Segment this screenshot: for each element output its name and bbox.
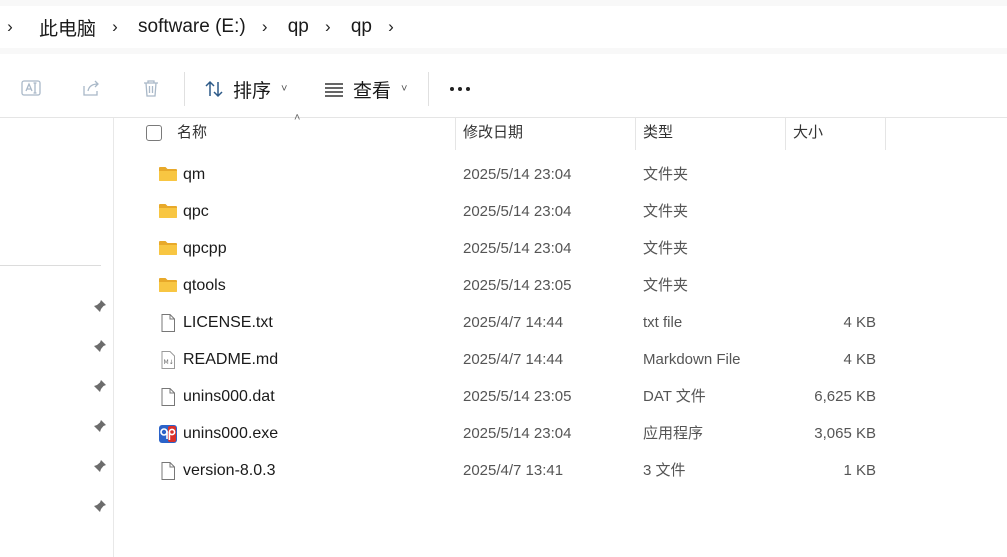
markdown-file-icon: M↓ xyxy=(158,350,178,369)
file-size: 4 KB xyxy=(843,314,876,331)
file-type: 文件夹 xyxy=(643,277,689,294)
sort-icon xyxy=(205,80,223,98)
file-size: 6,625 KB xyxy=(814,388,876,405)
pin-icon[interactable] xyxy=(93,299,107,313)
sort-button[interactable]: 排序 ˅ xyxy=(203,72,287,106)
file-name: README.md xyxy=(183,351,279,368)
file-row[interactable]: qm 2025/5/14 23:04 文件夹 xyxy=(114,156,1007,193)
command-bar: 排序 ˅ 查看 ˅ xyxy=(0,58,1007,118)
file-modified-date: 2025/5/14 23:04 xyxy=(463,203,572,220)
sort-label: 排序 xyxy=(233,80,272,102)
app-icon xyxy=(158,424,178,443)
file-modified-date: 2025/4/7 14:44 xyxy=(463,351,564,368)
folder-icon xyxy=(158,239,178,257)
file-icon xyxy=(158,313,178,332)
file-name: qpcpp xyxy=(183,240,227,257)
column-header-size[interactable]: 大小 xyxy=(785,118,885,150)
file-type: txt file xyxy=(643,314,683,331)
file-modified-date: 2025/5/14 23:05 xyxy=(463,388,572,405)
file-modified-date: 2025/5/14 23:04 xyxy=(463,240,572,257)
more-options-icon[interactable] xyxy=(446,72,474,106)
folder-icon xyxy=(158,202,178,220)
file-modified-date: 2025/4/7 13:41 xyxy=(463,462,564,479)
file-modified-date: 2025/5/14 23:05 xyxy=(463,277,572,294)
file-name: qpc xyxy=(183,203,209,220)
chevron-right-icon[interactable]: › xyxy=(3,17,17,37)
file-icon xyxy=(158,461,178,480)
view-button[interactable]: 查看 ˅ xyxy=(323,72,407,106)
folder-icon xyxy=(158,276,178,294)
rename-icon[interactable] xyxy=(19,76,43,100)
file-size: 3,065 KB xyxy=(814,425,876,442)
breadcrumb-item-qp-current[interactable]: qp xyxy=(335,16,384,38)
file-modified-date: 2025/5/14 23:04 xyxy=(463,425,572,442)
file-list: qm 2025/5/14 23:04 文件夹 qpc 2025/5/14 23:04 文件… xyxy=(114,156,1007,489)
view-list-icon xyxy=(325,83,343,97)
chevron-right-icon[interactable]: › xyxy=(384,17,398,37)
svg-text:M↓: M↓ xyxy=(164,359,174,366)
toolbar-divider xyxy=(428,72,429,106)
chevron-right-icon[interactable]: › xyxy=(258,17,272,37)
file-icon xyxy=(158,387,178,406)
file-row[interactable]: M↓ README.md 2025/4/7 14:44 Markdown File 4 … xyxy=(114,341,1007,378)
file-row[interactable]: qpc 2025/5/14 23:04 文件夹 xyxy=(114,193,1007,230)
breadcrumb-item-this-pc[interactable]: 此电脑 xyxy=(17,14,108,41)
file-name: qm xyxy=(183,166,206,183)
chevron-down-icon: ˅ xyxy=(281,83,288,95)
column-header-type[interactable]: 类型 xyxy=(635,118,785,150)
column-divider[interactable] xyxy=(885,118,886,150)
pin-icon[interactable] xyxy=(93,419,107,433)
breadcrumb-item-drive[interactable]: software (E:) xyxy=(122,16,258,38)
view-label: 查看 xyxy=(353,80,392,102)
file-row[interactable]: unins000.dat 2025/5/14 23:05 DAT 文件 6,625 K… xyxy=(114,378,1007,415)
pin-icon[interactable] xyxy=(93,459,107,473)
file-modified-date: 2025/5/14 23:04 xyxy=(463,166,572,183)
folder-icon xyxy=(158,165,178,183)
file-name: unins000.exe xyxy=(183,425,279,442)
file-type: 3 文件 xyxy=(643,462,686,479)
file-size: 1 KB xyxy=(843,462,876,479)
column-header-date[interactable]: 修改日期 xyxy=(455,118,635,150)
file-row[interactable]: qtools 2025/5/14 23:05 文件夹 xyxy=(114,267,1007,304)
navigation-pane xyxy=(0,118,114,557)
file-name: LICENSE.txt xyxy=(183,314,273,331)
file-modified-date: 2025/4/7 14:44 xyxy=(463,314,564,331)
file-name: qtools xyxy=(183,277,226,294)
column-header-name[interactable]: 名称 xyxy=(169,118,455,150)
file-type: 应用程序 xyxy=(643,425,704,442)
file-type: 文件夹 xyxy=(643,166,689,183)
chevron-right-icon[interactable]: › xyxy=(108,17,122,37)
file-type: DAT 文件 xyxy=(643,388,706,405)
select-all-checkbox[interactable] xyxy=(146,125,162,141)
file-type: 文件夹 xyxy=(643,240,689,257)
file-name: version-8.0.3 xyxy=(183,462,276,479)
file-type: 文件夹 xyxy=(643,203,689,220)
address-bar: › 此电脑 › software (E:) › qp › qp › xyxy=(0,0,1007,54)
file-size: 4 KB xyxy=(843,351,876,368)
chevron-down-icon: ˅ xyxy=(401,83,408,95)
pin-icon[interactable] xyxy=(93,379,107,393)
breadcrumb-item-qp-parent[interactable]: qp xyxy=(272,16,321,38)
nav-divider xyxy=(0,265,101,266)
file-name: unins000.dat xyxy=(183,388,275,405)
column-header-row: ˄ 名称 修改日期 类型 大小 xyxy=(114,112,1007,150)
file-row[interactable]: version-8.0.3 2025/4/7 13:41 3 文件 1 KB xyxy=(114,452,1007,489)
chevron-right-icon[interactable]: › xyxy=(321,17,335,37)
breadcrumb: › 此电脑 › software (E:) › qp › qp › xyxy=(0,6,1007,48)
delete-icon[interactable] xyxy=(139,76,163,100)
toolbar-divider xyxy=(184,72,185,106)
pin-icon[interactable] xyxy=(93,499,107,513)
file-type: Markdown File xyxy=(643,351,741,368)
file-row[interactable]: unins000.exe 2025/5/14 23:04 应用程序 3,065 KB xyxy=(114,415,1007,452)
file-row[interactable]: qpcpp 2025/5/14 23:04 文件夹 xyxy=(114,230,1007,267)
pin-icon[interactable] xyxy=(93,339,107,353)
share-icon[interactable] xyxy=(79,76,103,100)
file-row[interactable]: LICENSE.txt 2025/4/7 14:44 txt file 4 KB xyxy=(114,304,1007,341)
